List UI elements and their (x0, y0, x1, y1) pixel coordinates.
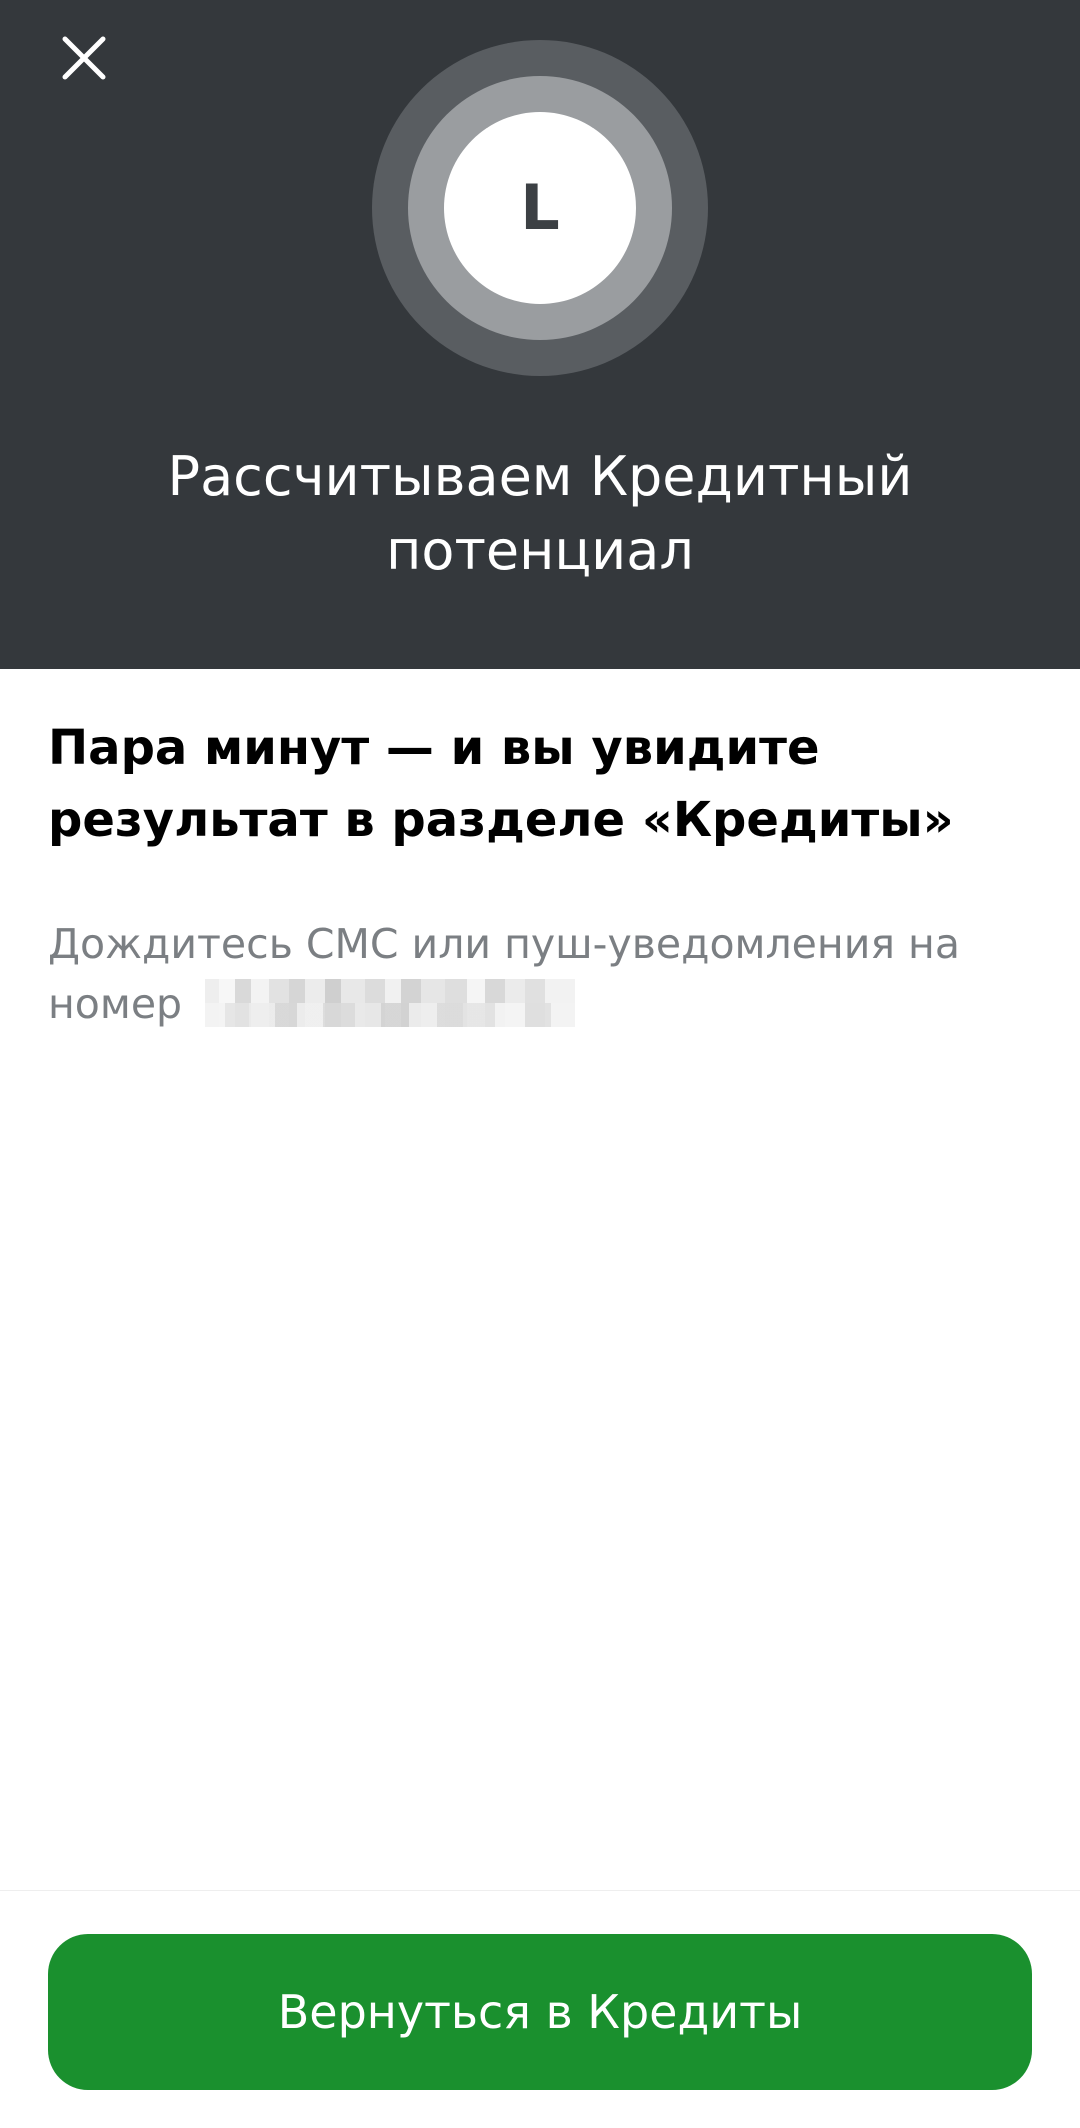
header: L Рассчитываем Кредитный потенциал (0, 0, 1080, 669)
credit-potential-screen: L Рассчитываем Кредитный потенциал Пара … (0, 0, 1080, 2128)
avatar-letter: L (520, 171, 560, 244)
back-to-credits-button[interactable]: Вернуться в Кредиты (48, 1934, 1032, 2090)
page-title: Рассчитываем Кредитный потенциал (167, 445, 913, 582)
content-description: Дождитесь СМС или пуш-уведомления на ном… (48, 914, 1032, 1034)
avatar: L (444, 112, 636, 304)
masked-phone-number (205, 979, 576, 1027)
close-icon (62, 36, 106, 80)
close-button[interactable] (52, 26, 116, 90)
footer-divider (0, 1890, 1080, 1891)
content-heading: Пара минут — и вы увидите результат в ра… (48, 720, 954, 848)
